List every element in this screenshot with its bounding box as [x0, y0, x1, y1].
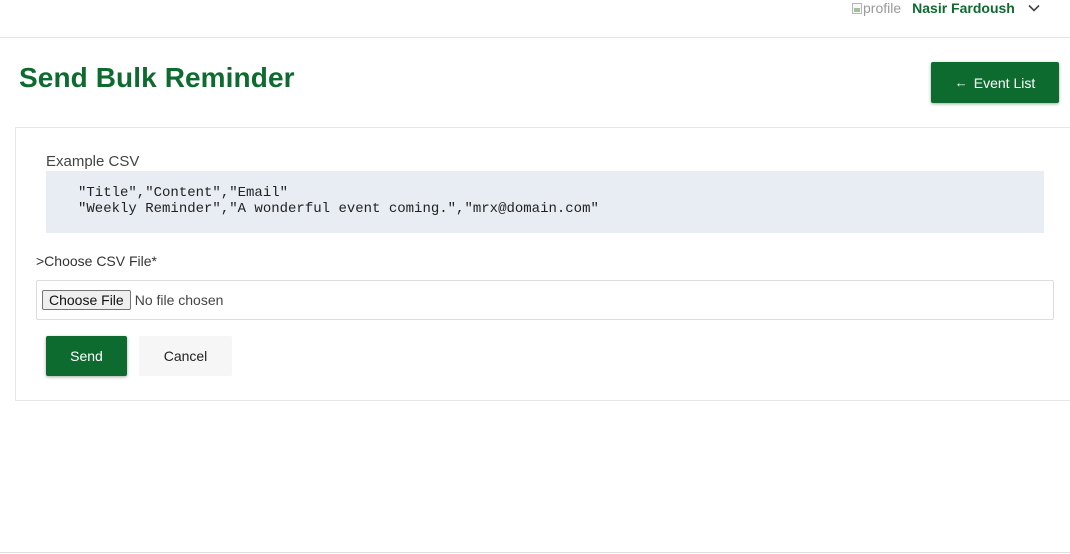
- arrow-left-icon: ←: [954, 75, 968, 90]
- bulk-reminder-form-card: Example CSV "Title","Content","Email" "W…: [15, 127, 1070, 401]
- choose-file-button[interactable]: Choose File: [42, 290, 131, 310]
- csv-file-input[interactable]: Choose File No file chosen: [36, 280, 1054, 320]
- example-csv-code: "Title","Content","Email" "Weekly Remind…: [46, 171, 1044, 233]
- top-navbar: profile Nasir Fardoush: [0, 0, 1070, 38]
- user-name[interactable]: Nasir Fardoush: [912, 0, 1015, 16]
- user-profile-menu[interactable]: profile Nasir Fardoush: [852, 0, 1042, 16]
- csv-file-label: >Choose CSV File*: [36, 253, 158, 269]
- example-csv-line: "Title","Content","Email": [78, 185, 289, 201]
- send-button[interactable]: Send: [46, 336, 127, 376]
- event-list-button[interactable]: ← Event List: [931, 62, 1059, 103]
- file-status-text: No file chosen: [134, 292, 224, 308]
- broken-image-icon: [852, 2, 862, 14]
- avatar[interactable]: profile: [852, 0, 901, 16]
- avatar-alt-text: profile: [863, 0, 902, 16]
- event-list-button-label: Event List: [973, 74, 1036, 91]
- example-csv-label: Example CSV: [46, 153, 140, 170]
- cancel-button[interactable]: Cancel: [139, 336, 232, 376]
- chevron-down-icon[interactable]: [1026, 1, 1042, 15]
- page-title: Send Bulk Reminder: [19, 62, 295, 93]
- example-csv-line: "Weekly Reminder","A wonderful event com…: [78, 201, 599, 217]
- footer-divider: [0, 552, 1070, 553]
